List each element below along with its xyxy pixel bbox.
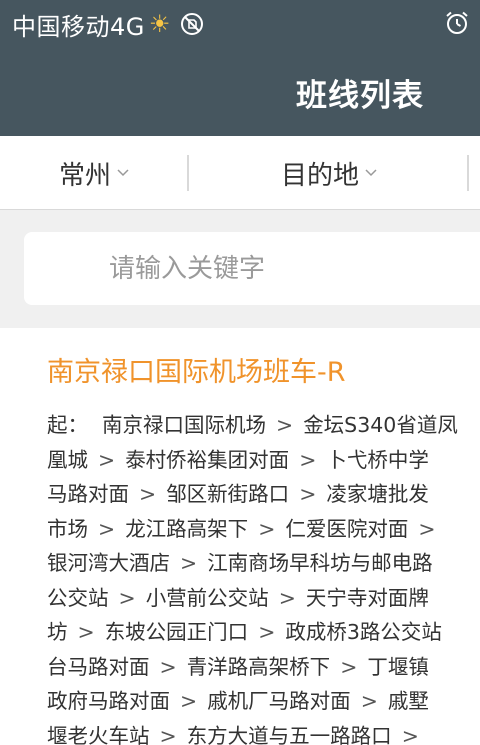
stop-name: 马路对面 — [47, 482, 129, 506]
origin-label: 常州 — [58, 160, 111, 191]
stop-name: 公交站 — [47, 585, 109, 610]
stop-name: 江南商场早科坊与邮电路 — [207, 551, 433, 575]
stop-line: 公交站 > 小营前公交站 > 天宁寺对面牌 — [47, 581, 480, 616]
filter-divider — [467, 155, 469, 191]
stop-name: 戚墅 — [387, 689, 429, 713]
stop-name: 小营前公交站 — [145, 585, 269, 610]
status-bar: 中国移动4G ☀ — [0, 0, 480, 48]
stop-name: 龙江路高架下 — [125, 516, 249, 541]
filter-bar: 常州 目的地 — [0, 136, 480, 210]
screen: 中国移动4G ☀ 班线列表 常州 目的地 请输入关键字 南京禄口国际机场班车-R… — [0, 0, 480, 745]
separator-arrow: > — [360, 689, 378, 713]
destination-label: 目的地 — [280, 160, 359, 191]
separator-arrow: > — [340, 654, 358, 679]
separator-arrow: > — [276, 413, 294, 437]
search-area — [0, 210, 480, 328]
separator-arrow: > — [159, 654, 177, 679]
stop-line: 起： 南京禄口国际机场 > 金坛S340省道凤 — [47, 408, 480, 443]
search-input[interactable] — [109, 253, 429, 284]
stop-name: 金坛S340省道凤 — [303, 413, 458, 437]
stop-name: 坊 — [47, 620, 68, 644]
stop-name: 堰老火车站 — [47, 723, 150, 745]
stop-name: 南京禄口国际机场 — [102, 413, 266, 437]
separator-arrow: > — [258, 620, 276, 644]
separator-arrow: > — [401, 723, 419, 745]
stop-name: 仁爱医院对面 — [285, 516, 409, 541]
stop-name: 台马路对面 — [47, 654, 150, 679]
separator-arrow: > — [139, 482, 157, 506]
stop-name: 丁堰镇 — [367, 654, 429, 679]
stop-name: 银河湾大酒店 — [47, 551, 170, 575]
separator-arrow: > — [278, 585, 296, 610]
stop-name: 青洋路高架桥下 — [186, 654, 331, 679]
separator-arrow: > — [98, 447, 116, 472]
route-card[interactable]: 南京禄口国际机场班车-R 起： 南京禄口国际机场 > 金坛S340省道凤凰城 > 泰村侨裕… — [0, 328, 480, 745]
alarm-clock-icon — [444, 10, 470, 36]
stop-name: 市场 — [47, 516, 88, 541]
route-title: 南京禄口国际机场班车-R — [47, 357, 346, 388]
stop-name: 卜弋桥中学 — [326, 447, 429, 472]
separator-arrow: > — [258, 516, 276, 541]
carrier-label: 中国移动4G — [12, 12, 145, 41]
title-bar: 班线列表 — [0, 48, 480, 136]
chevron-down-icon — [365, 169, 377, 177]
stop-line: 银河湾大酒店 > 江南商场早科坊与邮电路 — [47, 546, 480, 581]
stop-name: 凰城 — [47, 447, 88, 472]
stop-name: 东方大道与五一路路口 — [186, 723, 392, 745]
stop-line: 市场 > 龙江路高架下 > 仁爱医院对面 > — [47, 512, 480, 547]
separator-arrow: > — [180, 689, 198, 713]
sun-icon: ☀ — [148, 10, 171, 38]
stop-line: 坊 > 东坡公园正门口 > 政成桥3路公交站 — [47, 615, 480, 650]
route-stops: 起： 南京禄口国际机场 > 金坛S340省道凤凰城 > 泰村侨裕集团对面 > 卜弋桥中学马路对… — [47, 408, 480, 745]
separator-arrow: > — [418, 516, 436, 541]
stop-name: 政府马路对面 — [47, 689, 170, 713]
separator-arrow: > — [180, 551, 198, 575]
stop-name: 邹区新街路口 — [166, 482, 290, 506]
stop-name: 泰村侨裕集团对面 — [125, 447, 290, 472]
stop-name: 政成桥3路公交站 — [285, 620, 442, 644]
stop-line: 台马路对面 > 青洋路高架桥下 > 丁堰镇 — [47, 650, 480, 685]
no-sim-icon — [180, 12, 204, 36]
stop-line: 马路对面 > 邹区新街路口 > 凌家塘批发 — [47, 477, 480, 512]
separator-arrow: > — [98, 516, 116, 541]
search-box[interactable] — [24, 232, 480, 305]
stops-prefix: 起： — [47, 413, 88, 437]
chevron-down-icon — [117, 169, 129, 177]
page-title: 班线列表 — [296, 77, 424, 114]
separator-arrow: > — [118, 585, 136, 610]
stop-line: 凰城 > 泰村侨裕集团对面 > 卜弋桥中学 — [47, 443, 480, 478]
separator-arrow: > — [77, 620, 95, 644]
separator-arrow: > — [299, 447, 317, 472]
stop-line: 堰老火车站 > 东方大道与五一路路口 > — [47, 719, 480, 745]
stop-name: 东坡公园正门口 — [104, 620, 249, 644]
stop-name: 戚机厂马路对面 — [207, 689, 351, 713]
stop-name: 凌家塘批发 — [326, 482, 429, 506]
destination-dropdown[interactable]: 目的地 — [189, 136, 469, 210]
separator-arrow: > — [299, 482, 317, 506]
stop-name: 天宁寺对面牌 — [305, 585, 429, 610]
origin-dropdown[interactable]: 常州 — [0, 136, 188, 210]
separator-arrow: > — [159, 723, 177, 745]
stop-line: 政府马路对面 > 戚机厂马路对面 > 戚墅 — [47, 684, 480, 719]
